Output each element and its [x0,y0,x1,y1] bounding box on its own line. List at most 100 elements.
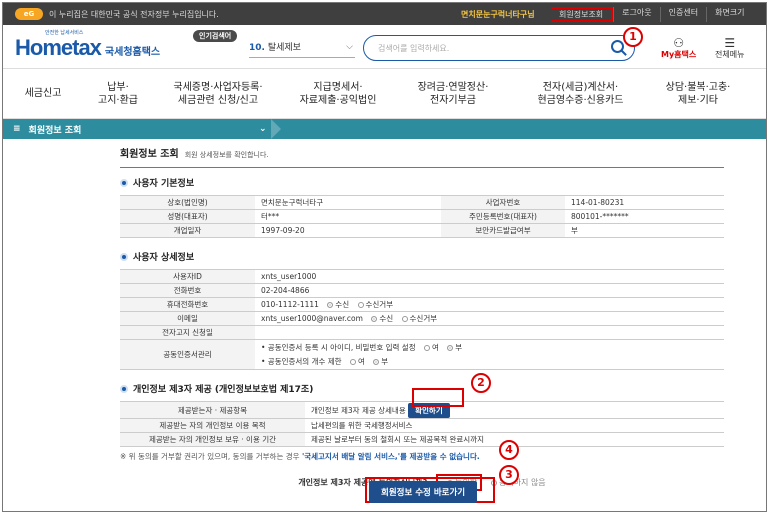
cell-value: 부 [565,223,724,238]
table-row: 전자고지 신청일 [120,325,724,340]
detail-info-title: 사용자 상세정보 [133,253,195,263]
email-receive-radio[interactable] [371,316,378,322]
nav-certificates[interactable]: 국세증명·사업자등록· 세금관련 신청/신고 [153,81,283,107]
chevron-down-icon: ⌵ [346,42,353,52]
cell-label: 전화번호 [120,283,255,298]
logout-link[interactable]: 로그아웃 [613,6,659,22]
all-menu-label: 전체메뉴 [715,50,745,59]
bullet-icon [120,252,128,261]
search-input[interactable]: 검색어를 입력하세요. [363,35,635,61]
table-row: 제공받는 자의 개인정보 보유 · 이용 기간 제공된 날로부터 동의 철회시 … [120,432,724,447]
marker-4: 4 [499,440,519,460]
cert-cell: • 공동인증서 등록 시 아이디, 비밀번호 입력 설정 여 부 • 공동인증서… [255,339,724,370]
logo-sub: 국세청홈택스 [104,47,161,58]
logo-tagline: 안전한 납세서비스 [45,30,84,36]
bullet-icon [120,178,128,187]
privacy-title: 개인정보 제3자 제공 (개인정보보호법 제17조) [133,385,314,395]
privacy-detail-text: 개인정보 제3자 제공 상세내용 [311,405,406,415]
divider [120,167,724,168]
chevron-down-icon[interactable]: ⌄ [259,124,267,134]
user-icon: ⚇ [673,36,685,50]
limit-no-radio[interactable] [373,359,380,365]
phone-value: 02-204-4866 [255,283,724,298]
cell-label: 전자고지 신청일 [120,325,255,340]
page-desc: 회원 상세정보를 확인합니다. [184,151,269,159]
page-title: 회원정보 조회 [120,149,179,160]
cell-value: 면치문눈구럭너타구 [255,195,441,210]
hamburger-icon: ☰ [724,36,736,50]
nav-incentives[interactable]: 장려금·연말정산· 전자기부금 [393,81,513,107]
popular-rank: 10. [249,43,265,53]
menu-lines-icon: ≡ [13,124,21,134]
cert-setting-2: • 공동인증서의 개수 제한 [261,357,342,366]
popular-term: 탈세제보 [267,43,301,53]
radio-label: 여 [357,357,365,366]
popular-search-select[interactable]: 10. 탈세제보 ⌵ [249,40,355,58]
myhometax-button[interactable]: ⚇ My홈택스 [661,37,696,60]
limit-yes-radio[interactable] [349,359,356,365]
cell-value: 1997-09-20 [255,223,441,238]
note-text: ※ 위 동의를 거부할 권리가 있으며, 동의를 거부하는 경우 [120,452,302,461]
header: 안전한 납세서비스 Hometax 국세청홈택스 인기검색어 10. 탈세제보 … [3,25,766,69]
radio-label: 부 [381,357,389,366]
main-nav: 세금신고 납부· 고지·환급 국세증명·사업자등록· 세금관련 신청/신고 지급… [3,69,766,119]
table-row: 상호(법인명) 면치문눈구럭너타구 사업자번호 114-01-80231 [120,195,724,210]
confirm-highlight [412,388,464,407]
bullet-icon [120,384,128,393]
member-info-link[interactable]: 회원정보조회 [551,6,614,22]
cell-label: 공동인증서관리 [120,339,255,370]
breadcrumb-arrow [271,119,281,139]
cell-value: 터*** [255,209,441,224]
table-row: 전화번호 02-204-4866 [120,283,724,298]
cell-label: 제공받는 자의 개인정보 보유 · 이용 기간 [120,432,305,447]
content: 회원정보 조회 회원 상세정보를 확인합니다. 사용자 기본정보 상호(법인명)… [120,143,724,491]
basic-info-table: 상호(법인명) 면치문눈구럭너타구 사업자번호 114-01-80231 성명(… [120,195,724,238]
privacy-table: 제공받는자 · 제공항목 개인정보 제3자 제공 상세내용 확인하기 제공받는 … [120,401,724,447]
cell-label: 제공받는 자의 개인정보 이용 목적 [120,418,305,433]
screen-size-link[interactable]: 화면크기 [706,6,752,22]
email-cell: xnts_user1000@naver.com 수신 수신거부 [255,311,724,326]
cell-label: 이메일 [120,311,255,326]
ebill-value [255,325,724,340]
top-bar: eG 이 누리집은 대한민국 공식 전자정부 누리집입니다. 면치문눈구럭너타구… [3,3,766,25]
section-title: 회원정보 조회 [28,125,82,136]
gov-notice: 이 누리집은 대한민국 공식 전자정부 누리집입니다. [49,9,219,19]
all-menu-button[interactable]: ☰ 전체메뉴 [715,37,744,60]
nav-tax-report[interactable]: 세금신고 [3,87,83,100]
cell-label: 주민등록번호(대표자) [441,209,565,224]
update-member-button[interactable]: 회원정보 수정 바로가기 [369,481,478,503]
detail-info-heading: 사용자 상세정보 [120,250,724,263]
basic-info-title: 사용자 기본정보 [133,179,195,189]
radio-label: 수신거부 [365,300,394,309]
update-wrap: 회원정보 수정 바로가기 [369,481,478,503]
email-value: xnts_user1000@naver.com [261,314,363,323]
nav-statements[interactable]: 지급명세서· 자료제출·공익법인 [283,81,393,107]
table-row: 사용자ID xnts_user1000 [120,269,724,284]
cert-yes-radio[interactable] [424,345,430,351]
cell-label: 개업일자 [120,223,255,238]
cert-no-radio[interactable] [447,345,454,351]
email-refuse-radio[interactable] [401,316,408,322]
myhometax-label: My홈택스 [661,50,697,59]
radio-label: 수신거부 [409,314,438,323]
egov-badge: eG [15,8,43,20]
search-icon[interactable] [611,40,624,53]
cert-center-link[interactable]: 인증센터 [659,6,706,22]
cell-label: 상호(법인명) [120,195,255,210]
radio-label: 부 [455,343,463,352]
note-bold: '국세고지서 배달 알림 서비스,'를 제공받을 수 없습니다. [301,452,480,461]
table-row: 제공받는 자의 개인정보 이용 목적 납세편의를 위한 국세행정서비스 [120,418,724,433]
browser-frame: eG 이 누리집은 대한민국 공식 전자정부 누리집입니다. 면치문눈구럭너타구… [2,2,767,512]
nav-consult[interactable]: 상담·불복·고충· 제보·기타 [648,81,748,107]
mobile-value: 010-1112-1111 [261,300,319,309]
logo-main: Hometax [15,35,102,60]
mobile-receive-radio[interactable] [327,302,334,308]
cell-label: 보안카드발급여부 [441,223,565,238]
mobile-refuse-radio[interactable] [357,302,364,308]
cell-value: 납세편의를 위한 국세행정서비스 [305,418,724,433]
cell-label: 휴대전화번호 [120,297,255,312]
nav-einvoice[interactable]: 전자(세금)계산서· 현금영수증·신용카드 [513,81,648,107]
nav-payment[interactable]: 납부· 고지·환급 [83,81,153,107]
hometax-logo[interactable]: 안전한 납세서비스 Hometax 국세청홈택스 [15,30,161,61]
cell-label: 사용자ID [120,269,255,284]
